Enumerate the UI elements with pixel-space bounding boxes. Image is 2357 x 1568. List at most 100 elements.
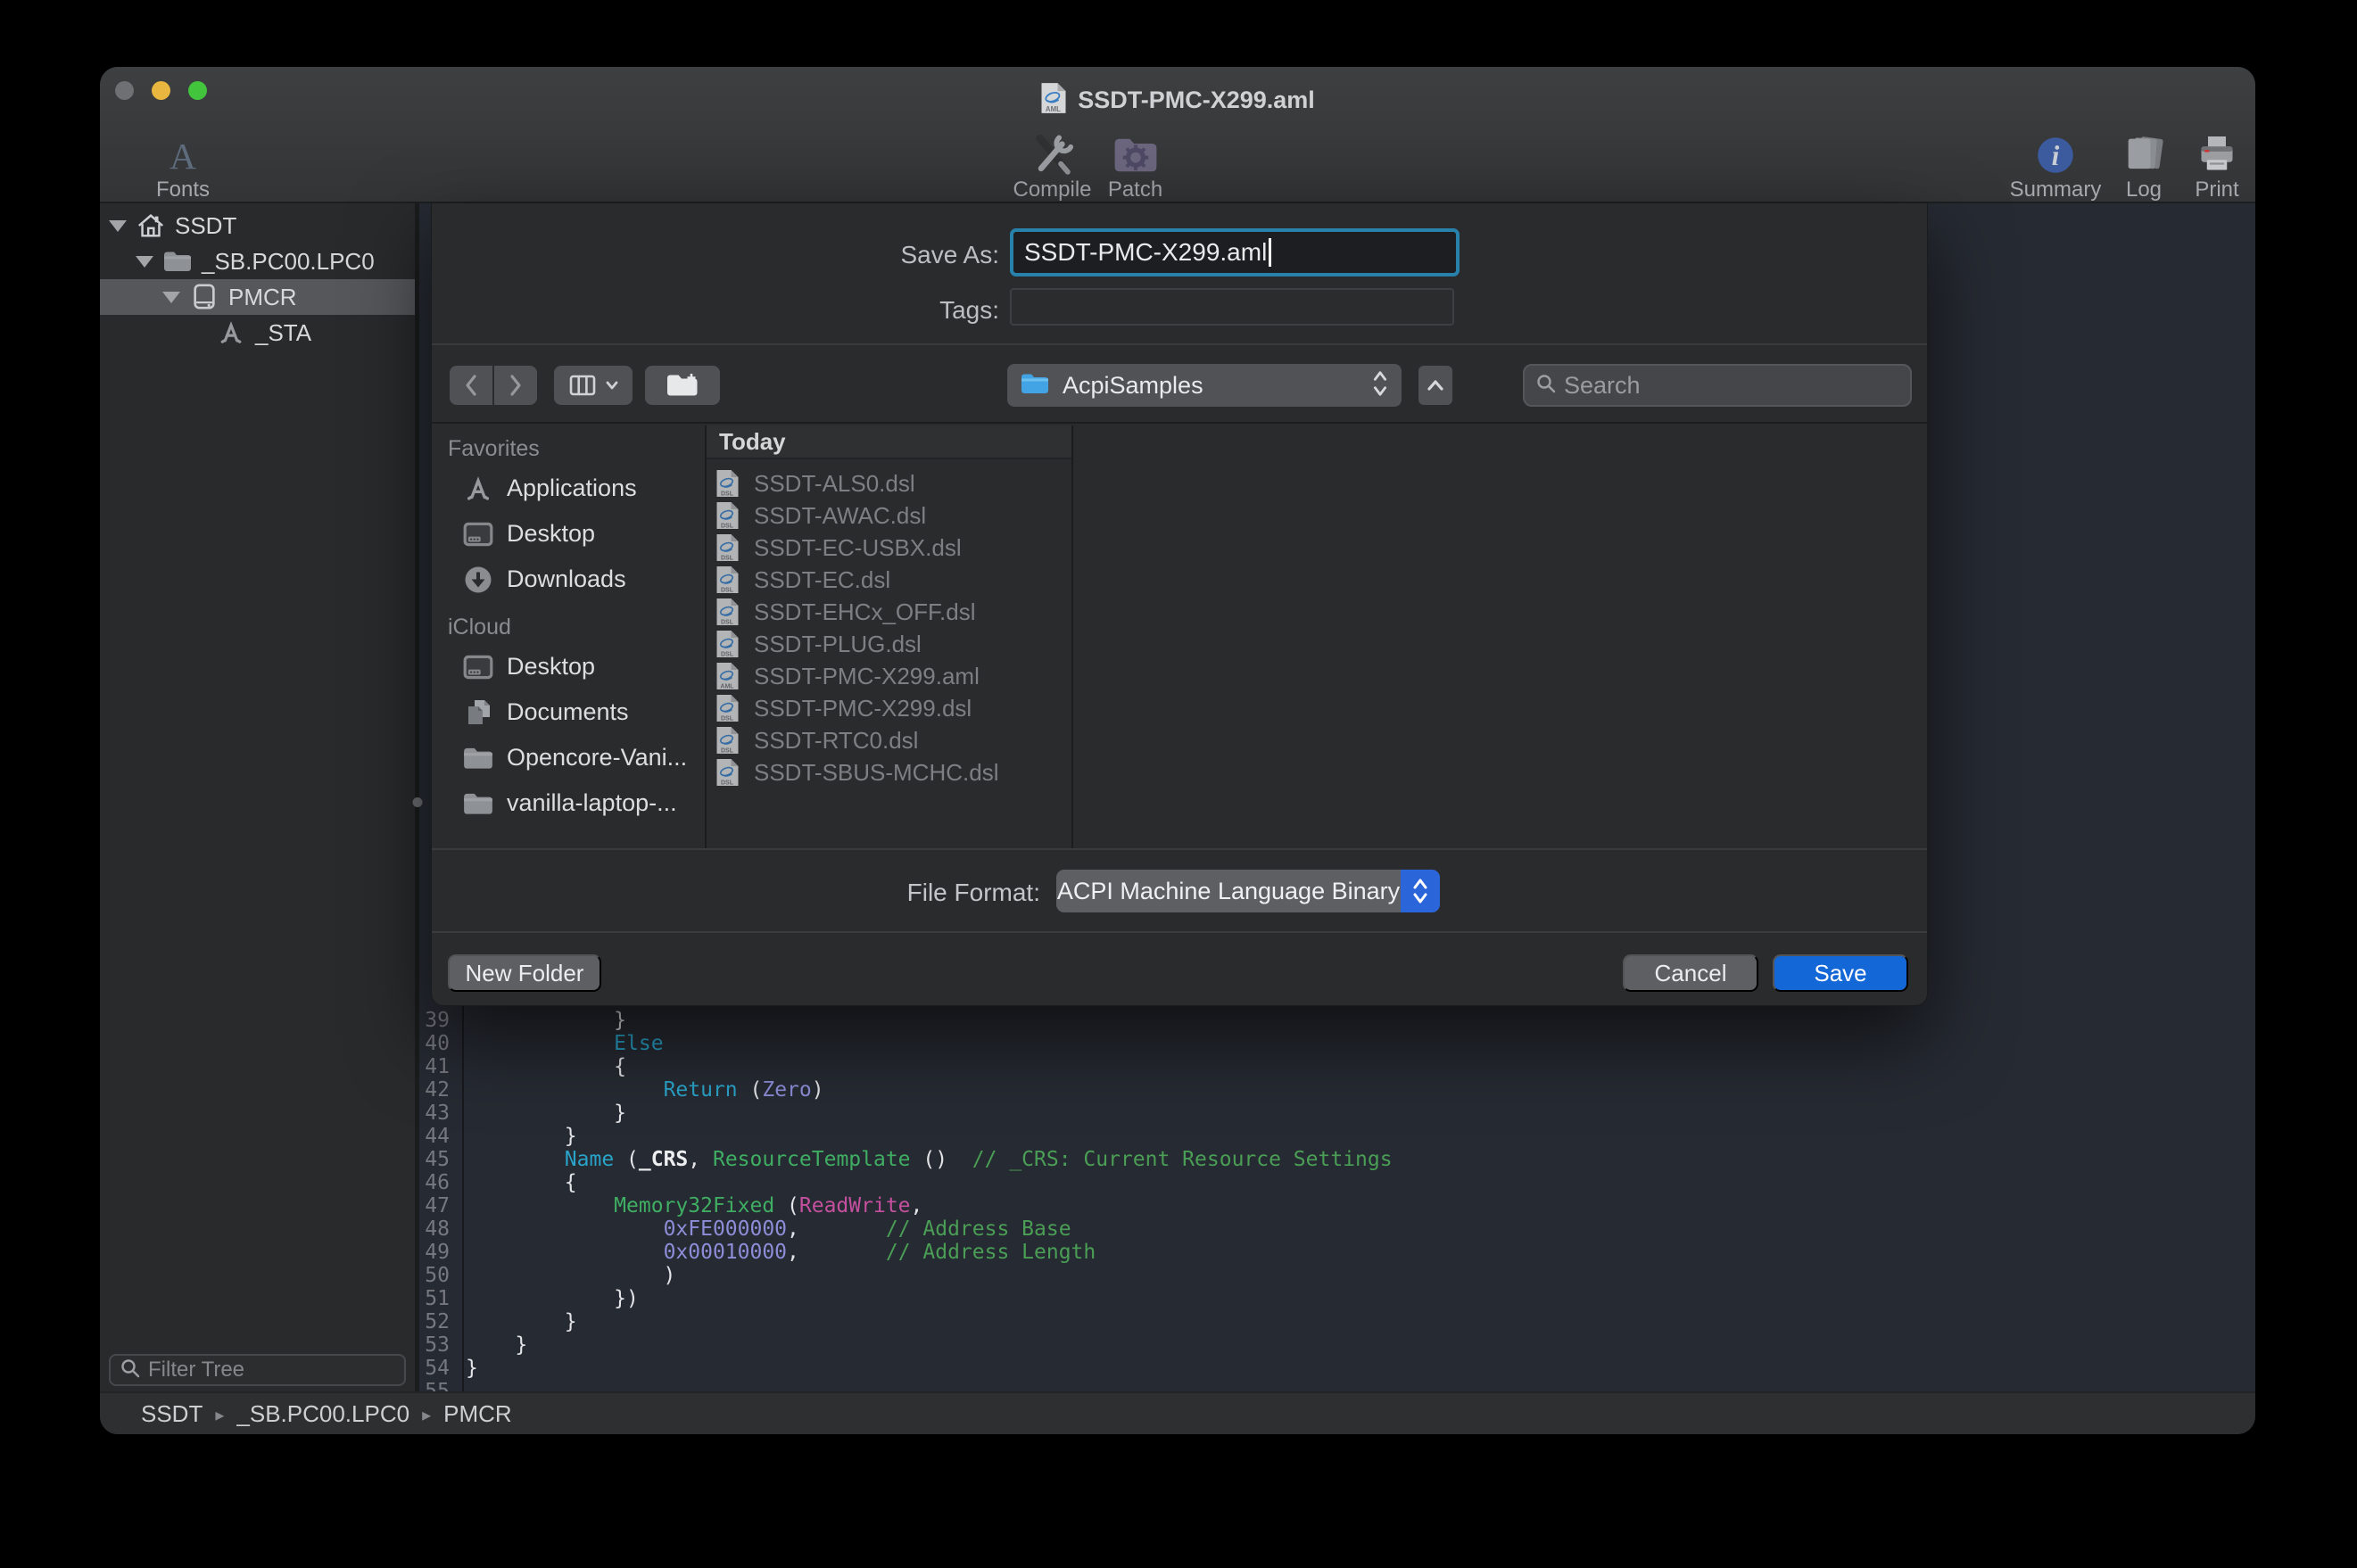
desktop: { "window": { "title": "SSDT-PMC-X299.am… xyxy=(0,0,2357,1568)
file-row[interactable]: DSLSSDT-EC.dsl xyxy=(707,564,1071,596)
search-field[interactable] xyxy=(1523,364,1912,407)
line-number: 54 xyxy=(419,1357,457,1380)
file-name: SSDT-AWAC.dsl xyxy=(754,502,926,530)
sidebar-item-label: Documents xyxy=(507,698,629,726)
code-line: 43 } xyxy=(419,1102,2255,1125)
save-as-input[interactable]: SSDT-PMC-X299.aml xyxy=(1010,228,1460,276)
sidebar-item-desktop[interactable]: Desktop xyxy=(432,511,705,557)
svg-text:DSL: DSL xyxy=(721,620,734,626)
tree-item-ssdt[interactable]: SSDT xyxy=(100,208,415,243)
tree-item-label: SSDT xyxy=(175,212,236,240)
blue-folder-icon xyxy=(1020,371,1050,400)
desktop-icon xyxy=(461,519,495,549)
print-icon xyxy=(2195,129,2239,177)
line-number: 40 xyxy=(419,1032,457,1055)
disclosure-triangle-icon[interactable] xyxy=(109,220,127,232)
file-row[interactable]: DSLSSDT-PLUG.dsl xyxy=(707,628,1071,660)
title-wrap: AML SSDT-PMC-X299.aml xyxy=(100,67,2255,133)
file-row[interactable]: DSLSSDT-PMC-X299.dsl xyxy=(707,692,1071,724)
tree-item-_sta[interactable]: _STA xyxy=(100,315,415,351)
file-row[interactable]: DSLSSDT-SBUS-MCHC.dsl xyxy=(707,756,1071,788)
code-line: 46 { xyxy=(419,1171,2255,1194)
location-popup[interactable]: AcpiSamples xyxy=(1007,364,1402,407)
tags-label: Tags: xyxy=(821,296,999,325)
file-format-row: File Format: ACPI Machine Language Binar… xyxy=(432,848,1927,931)
sidebar-splitter[interactable] xyxy=(415,203,419,1391)
search-icon xyxy=(1535,373,1557,399)
toolbar-item-patch[interactable]: Patch xyxy=(1093,129,1178,202)
sidebar-item-downloads[interactable]: Downloads xyxy=(432,557,705,602)
breadcrumb: SSDT▸_SB.PC00.LPC0▸PMCR xyxy=(100,1391,2255,1434)
code-text: } xyxy=(457,1310,577,1333)
save-button[interactable]: Save xyxy=(1773,954,1908,992)
file-name: SSDT-EC-USBX.dsl xyxy=(754,534,962,562)
toolbar-item-summary[interactable]: iSummary xyxy=(2003,129,2108,202)
sidebar-section-title: iCloud xyxy=(432,615,705,640)
forward-button[interactable] xyxy=(494,366,537,405)
code-line: 41 { xyxy=(419,1055,2255,1078)
sidebar-item-applications[interactable]: Applications xyxy=(432,466,705,511)
tree-item-pmcr[interactable]: PMCR xyxy=(100,279,415,315)
toolbar-item-log[interactable]: Log xyxy=(2112,129,2176,202)
cancel-button[interactable]: Cancel xyxy=(1623,954,1758,992)
tree-item-_sb.pc00.lpc0[interactable]: _SB.PC00.LPC0 xyxy=(100,243,415,279)
code-text: Return (Zero) xyxy=(457,1078,824,1102)
applications-icon xyxy=(461,474,495,504)
sidebar-item-label: Opencore-Vani... xyxy=(507,744,687,772)
view-mode-dropdown[interactable] xyxy=(554,366,633,405)
toolbar-item-label: Log xyxy=(2126,177,2162,202)
svg-text:i: i xyxy=(2052,140,2060,171)
disclosure-triangle-icon[interactable] xyxy=(162,292,180,303)
new-folder-button[interactable]: New Folder xyxy=(448,954,601,992)
code-line: 51 }) xyxy=(419,1287,2255,1310)
toolbar-item-label: Patch xyxy=(1108,177,1162,202)
fonts-icon: A xyxy=(162,129,203,177)
tags-input[interactable] xyxy=(1012,290,1452,324)
file-row[interactable]: DSLSSDT-EC-USBX.dsl xyxy=(707,532,1071,564)
downloads-icon xyxy=(461,565,495,595)
code-text: Memory32Fixed (ReadWrite, xyxy=(457,1194,922,1217)
file-name: SSDT-ALS0.dsl xyxy=(754,470,915,498)
line-number: 50 xyxy=(419,1264,457,1287)
svg-text:DSL: DSL xyxy=(721,524,734,530)
code-text: ) xyxy=(457,1264,675,1287)
file-row[interactable]: DSLSSDT-ALS0.dsl xyxy=(707,467,1071,499)
code-text: { xyxy=(457,1055,626,1078)
file-format-popup[interactable]: ACPI Machine Language Binary xyxy=(1056,870,1440,912)
tree-item-label: _SB.PC00.LPC0 xyxy=(202,248,375,276)
parent-folder-button[interactable] xyxy=(1418,366,1452,405)
sidebar-item-desktop[interactable]: Desktop xyxy=(432,644,705,689)
save-as-value: SSDT-PMC-X299.aml xyxy=(1024,238,1267,267)
code-text: } xyxy=(457,1357,478,1380)
file-row[interactable]: DSL SSDT-AWAC.dsl xyxy=(707,499,1071,532)
sidebar-item-vanilla-laptop-[interactable]: vanilla-laptop-... xyxy=(432,780,705,826)
filter-tree-input[interactable] xyxy=(148,1358,395,1382)
toolbar-item-fonts[interactable]: AFonts xyxy=(116,129,250,202)
desktop-icon xyxy=(461,652,495,682)
disclosure-triangle-icon[interactable] xyxy=(136,256,153,268)
file-row[interactable]: DSLSSDT-EHCx_OFF.dsl xyxy=(707,596,1071,628)
sidebar-item-documents[interactable]: Documents xyxy=(432,689,705,735)
breadcrumb-item[interactable]: SSDT xyxy=(141,1400,203,1428)
code-line: 45 Name (_CRS, ResourceTemplate () // _C… xyxy=(419,1148,2255,1171)
file-group-header: Today xyxy=(707,425,1071,459)
new-folder-icon-button[interactable] xyxy=(645,366,720,405)
sidebar-item-opencore-vani-[interactable]: Opencore-Vani... xyxy=(432,735,705,780)
breadcrumb-item[interactable]: _SB.PC00.LPC0 xyxy=(236,1400,409,1428)
file-row[interactable]: DSLSSDT-RTC0.dsl xyxy=(707,724,1071,756)
sidebar-section-title: Favorites xyxy=(432,436,705,462)
line-number: 48 xyxy=(419,1217,457,1241)
location-label: AcpiSamples xyxy=(1063,372,1359,400)
breadcrumb-item[interactable]: PMCR xyxy=(443,1400,512,1428)
documents-icon xyxy=(461,697,495,728)
house-icon xyxy=(136,210,166,241)
back-button[interactable] xyxy=(450,366,492,405)
svg-text:DSL: DSL xyxy=(721,748,734,755)
search-input[interactable] xyxy=(1564,372,1899,400)
code-line: 49 0x00010000, // Address Length xyxy=(419,1241,2255,1264)
filter-tree-field[interactable] xyxy=(109,1354,406,1386)
file-row[interactable]: AMLSSDT-PMC-X299.aml xyxy=(707,660,1071,692)
window-title: SSDT-PMC-X299.aml xyxy=(1078,87,1315,114)
toolbar-item-print[interactable]: Print xyxy=(2179,129,2255,202)
code-line: 47 Memory32Fixed (ReadWrite, xyxy=(419,1194,2255,1217)
